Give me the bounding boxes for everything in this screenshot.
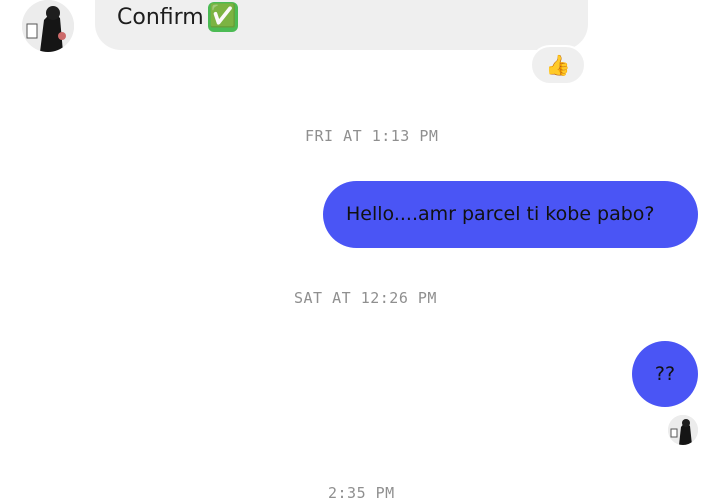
avatar-icon [22,0,74,52]
incoming-message-text: Confirm [117,4,204,30]
timestamp-divider: FRI AT 1:13 PM [305,127,439,145]
outgoing-message-text: ?? [654,363,676,385]
contact-avatar[interactable] [22,0,74,52]
seen-avatar [668,415,698,445]
check-mark-icon: ✅ [207,2,238,32]
incoming-message-bubble[interactable]: Confirm ✅ [95,0,588,50]
outgoing-message-bubble[interactable]: Hello....amr parcel ti kobe pabo? [323,181,698,248]
incoming-message-content: Confirm ✅ [117,2,238,32]
avatar-icon [668,415,698,445]
outgoing-message-text: Hello....amr parcel ti kobe pabo? [346,203,655,225]
thumbs-up-reaction[interactable]: 👍 [530,45,586,85]
outgoing-message-bubble[interactable]: ?? [632,341,698,407]
thumbs-up-icon: 👍 [545,53,571,77]
timestamp-divider: SAT AT 12:26 PM [294,289,437,307]
timestamp-divider: 2:35 PM [328,484,395,502]
